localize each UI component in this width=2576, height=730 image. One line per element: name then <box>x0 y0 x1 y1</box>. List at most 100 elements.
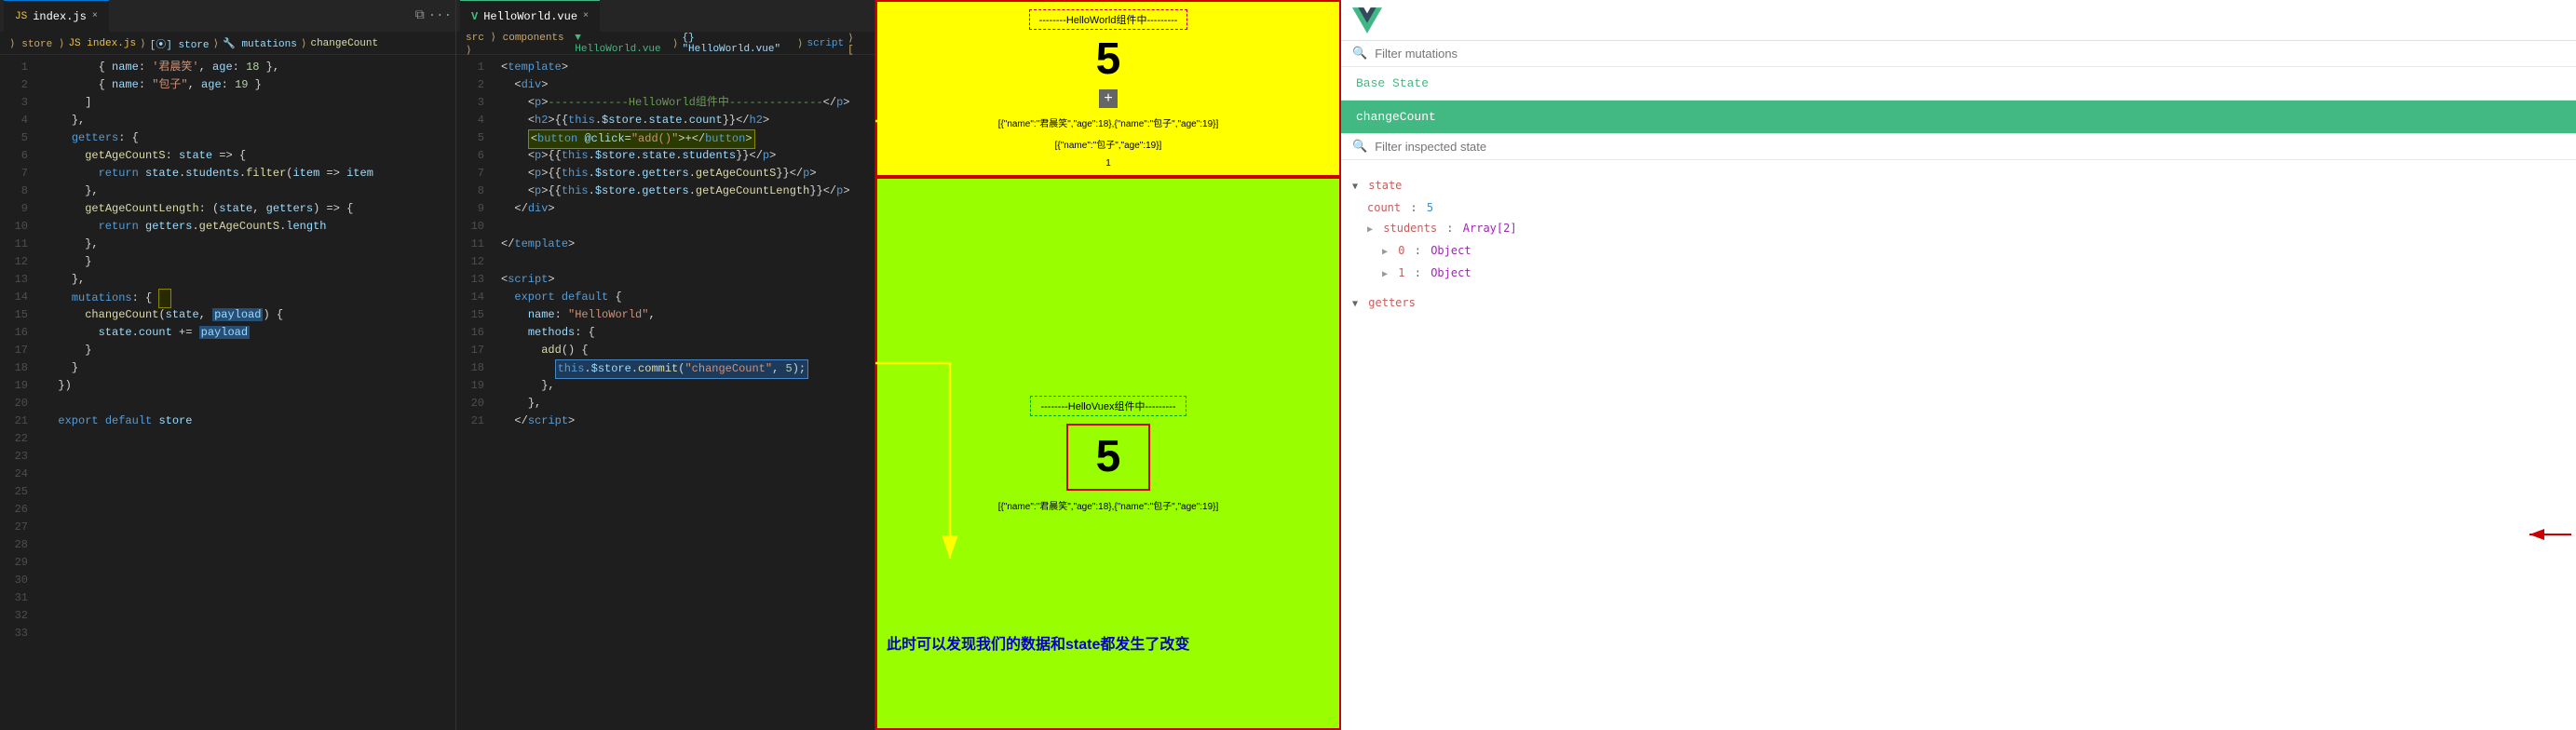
vue-line-13: <script> <box>501 271 865 289</box>
tab-label: index.js <box>33 10 87 23</box>
count-item: count : 5 <box>1367 197 2565 218</box>
getters-section-header: ▼ getters <box>1352 292 2565 315</box>
code-line-10: return getters.getAgeCountS.length <box>45 218 446 236</box>
preview-count-data: 1 <box>1105 158 1111 169</box>
filter-state-input[interactable] <box>1375 140 2565 154</box>
vue-line-9: </div> <box>501 200 865 218</box>
vue-line-7: <p>{{this.$store.getters.getAgeCountS}}<… <box>501 165 865 182</box>
preview-students-data: [{"name":"君晨笑","age":18},{"name":"包子","a… <box>998 115 1219 129</box>
hellovuex-students-data: [{"name":"君晨笑","age":18},{"name":"包子","a… <box>998 498 1219 512</box>
devtools-header <box>1341 0 2576 41</box>
vue-line-10 <box>501 218 865 236</box>
code-line-11: }, <box>45 236 446 253</box>
js-file-icon: JS <box>15 11 27 22</box>
code-line-21: export default store <box>45 412 446 430</box>
hellovuex-preview: --------HelloVuex组件中--------- 5 [{"name"… <box>875 177 1341 730</box>
code-content: { name: '君晨笑', age: 18 }, { name: "包子", … <box>35 55 455 730</box>
more-actions-icon[interactable]: ··· <box>428 8 452 23</box>
state-section-header: ▼ state <box>1352 175 2565 197</box>
state-tree: ▼ state count : 5 ▶ students : Array[2] <box>1341 171 2576 318</box>
code-line-2: { name: "包子", age: 19 } <box>45 76 446 94</box>
vue-line-21: </script> <box>501 412 865 430</box>
vue-line-17: add() { <box>501 342 865 359</box>
search-icon: 🔍 <box>1352 47 1367 61</box>
add-button-preview[interactable]: + <box>1099 89 1118 108</box>
code-line-5: getters: { <box>45 129 446 147</box>
left-editor-panel: JS index.js × ⧉ ··· ⟩ store ⟩ JS index.j… <box>0 0 456 730</box>
split-editor-icon[interactable]: ⧉ <box>415 8 425 23</box>
helloworld-preview: --------HelloWorld组件中--------- 5 + [{"na… <box>875 0 1341 177</box>
students-arrow[interactable]: ▶ <box>1367 224 1373 235</box>
vue-line-5: <button @click="add()">+</button> <box>501 129 865 147</box>
code-line-6: getAgeCountS: state => { <box>45 147 446 165</box>
vue-tab-label: HelloWorld.vue <box>483 10 577 23</box>
state-tree-section: ▼ state count : 5 ▶ students : Array[2] <box>1341 164 2576 730</box>
vue-line-15: name: "HelloWorld", <box>501 306 865 324</box>
student-0-arrow[interactable]: ▶ <box>1382 247 1388 257</box>
index-js-tab[interactable]: JS index.js × <box>4 0 109 33</box>
vue-tab[interactable]: V HelloWorld.vue × <box>460 0 600 33</box>
base-state-item[interactable]: Base State <box>1341 67 2576 100</box>
preview-filtered-data: [{"name":"包子","age":19}] <box>1055 137 1162 151</box>
student-1-arrow[interactable]: ▶ <box>1382 269 1388 279</box>
code-line-18: } <box>45 359 446 377</box>
code-line-7: return state.students.filter(item => ite… <box>45 165 446 182</box>
hellovuex-label: --------HelloVuex组件中--------- <box>1030 396 1186 416</box>
vue-line-3: <p>------------HelloWorld组件中------------… <box>501 94 865 112</box>
student-0-item: ▶ 0 : Object <box>1382 240 2565 263</box>
tab-close-button[interactable]: × <box>92 11 98 21</box>
vue-line-16: methods: { <box>501 324 865 342</box>
code-line-14: mutations: { <box>45 289 446 306</box>
vue-line-6: <p>{{this.$store.state.students}}</p> <box>501 147 865 165</box>
vue-line-numbers: 12345 678910 1112131415 1617181920 21 <box>456 55 492 730</box>
helloworld-count: 5 <box>1096 37 1121 82</box>
change-count-mutation[interactable]: changeCount <box>1341 101 2576 133</box>
vue-code-content: <template> <div> <p>------------HelloWor… <box>492 55 874 730</box>
code-line-20 <box>45 395 446 412</box>
hellovuex-count: 5 <box>1066 424 1151 491</box>
state-arrow[interactable]: ▼ <box>1352 182 1358 192</box>
code-line-1: { name: '君晨笑', age: 18 }, <box>45 59 446 76</box>
vue-editor-panel: V HelloWorld.vue × src ⟩ components ⟩ ▼ … <box>456 0 875 730</box>
vue-line-19: }, <box>501 377 865 395</box>
code-line-9: getAgeCountLength: (state, getters) => { <box>45 200 446 218</box>
state-children: count : 5 ▶ students : Array[2] ▶ 0 : Ob… <box>1367 197 2565 285</box>
vue-logo <box>1352 6 1382 35</box>
students-children: ▶ 0 : Object ▶ 1 : Object <box>1382 240 2565 285</box>
vue-line-8: <p>{{this.$store.getters.getAgeCountLeng… <box>501 182 865 200</box>
vue-line-14: export default { <box>501 289 865 306</box>
code-line-8: }, <box>45 182 446 200</box>
vue-logo-icon: V <box>471 10 478 23</box>
vue-line-1: <template> <box>501 59 865 76</box>
vue-code-area: 12345 678910 1112131415 1617181920 21 <t… <box>456 55 874 730</box>
students-item: ▶ students : Array[2] <box>1367 218 2565 240</box>
tab-actions: ⧉ ··· <box>415 8 452 23</box>
vue-line-2: <div> <box>501 76 865 94</box>
vue-tab-bar: V HelloWorld.vue × <box>456 0 874 33</box>
vue-line-11: </template> <box>501 236 865 253</box>
vue-line-18: this.$store.commit("changeCount", 5); <box>501 359 865 377</box>
state-search-icon: 🔍 <box>1352 140 1367 154</box>
vue-line-12 <box>501 253 865 271</box>
getters-arrow[interactable]: ▼ <box>1352 299 1358 309</box>
filter-state-search[interactable]: 🔍 <box>1341 134 2576 160</box>
line-numbers: 12345 678910 1112131415 1617181920 21222… <box>0 55 35 730</box>
state-change-annotation: 此时可以发现我们的数据和state都发生了改变 <box>877 631 1341 654</box>
left-tab-bar: JS index.js × ⧉ ··· <box>0 0 455 33</box>
vue-breadcrumb: src ⟩ components ⟩ ▼ HelloWorld.vue ⟩ {}… <box>456 33 874 55</box>
code-line-3: ] <box>45 94 446 112</box>
code-line-19: }) <box>45 377 446 395</box>
code-line-12: } <box>45 253 446 271</box>
code-line-13: }, <box>45 271 446 289</box>
helloworld-label: --------HelloWorld组件中--------- <box>1029 9 1188 30</box>
preview-panel: --------HelloWorld组件中--------- 5 + [{"na… <box>875 0 1341 730</box>
left-code-area: 12345 678910 1112131415 1617181920 21222… <box>0 55 455 730</box>
code-line-4: }, <box>45 112 446 129</box>
code-line-16: state.count += payload <box>45 324 446 342</box>
filter-mutations-search[interactable]: 🔍 <box>1341 41 2576 67</box>
vue-line-4: <h2>{{this.$store.state.count}}</h2> <box>501 112 865 129</box>
left-breadcrumb: ⟩ store ⟩ JS index.js ⟩ [⦿] store ⟩ 🔧 mu… <box>0 33 455 55</box>
vue-line-20: }, <box>501 395 865 412</box>
vue-tab-close[interactable]: × <box>583 11 589 21</box>
filter-mutations-input[interactable] <box>1375 47 2565 61</box>
